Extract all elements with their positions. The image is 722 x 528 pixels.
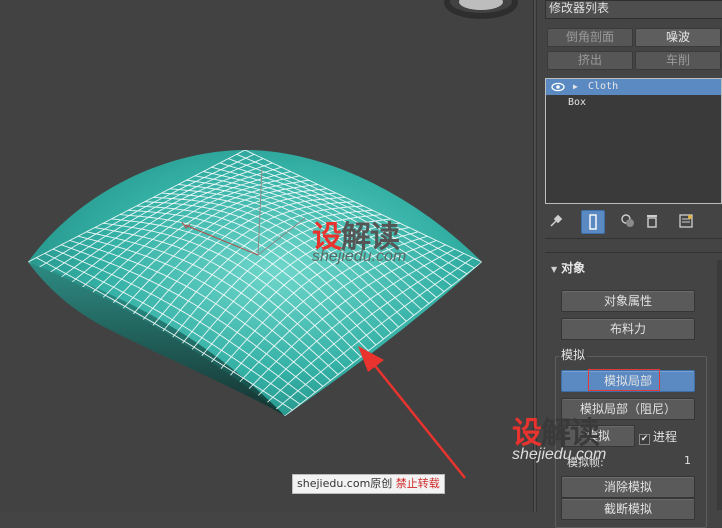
viewport-perspective[interactable]: 设解读 shejiedu.com shejiedu.com原创 禁止转载 [0,0,533,512]
source-label: shejiedu.com原创 禁止转载 [292,474,445,494]
remove-modifier-icon[interactable] [641,210,663,232]
source-original: 原创 [370,477,393,490]
annotation-arrow [358,346,466,479]
stack-item-cloth[interactable]: ▶ Cloth [546,79,721,95]
simulate-button[interactable]: 模拟 [561,425,635,447]
collapse-triangle-icon[interactable]: ▼ [551,265,557,274]
stack-item-label: Box [568,97,587,108]
annotation-highlight-box [588,369,660,391]
pin-stack-icon[interactable] [545,210,567,232]
object-properties-button[interactable]: 对象属性 [561,290,695,312]
show-end-result-icon[interactable] [581,210,605,234]
source-site: shejiedu.com [297,477,371,490]
viewcube[interactable] [444,0,518,19]
expand-arrow-icon[interactable]: ▶ [573,79,578,95]
cloth-forces-button[interactable]: 布料力 [561,318,695,340]
configure-modifier-sets-icon[interactable] [675,210,697,232]
lathe-button[interactable]: 车削 [635,51,721,70]
simulate-local-damped-button[interactable]: 模拟局部（阻尼） [561,398,695,420]
bevel-profile-button[interactable]: 倒角剖面 [547,28,633,47]
stack-item-box[interactable]: Box [546,95,721,111]
source-warning: 禁止转载 [395,477,440,490]
modifier-stack[interactable]: ▶ Cloth Box [545,78,722,204]
sim-frames-row: 模拟帧: 1 [567,454,691,470]
modifier-list-dropdown[interactable]: 修改器列表 [545,0,722,19]
make-unique-icon[interactable] [617,210,639,232]
truncate-simulation-button[interactable]: 截断模拟 [561,498,695,520]
cloth-pillow-render [28,0,518,479]
progress-label: 进程 [653,430,678,444]
eye-icon[interactable] [551,81,565,93]
command-panel: 修改器列表 倒角剖面 噪波 挤出 车削 ▶ Cloth Box ▼ 对象 对象属… [537,0,722,528]
noise-button[interactable]: 噪波 [635,28,721,47]
stack-toolbar [545,210,720,234]
sim-frames-label: 模拟帧: [567,456,604,469]
panel-divider [545,238,722,239]
extrude-button[interactable]: 挤出 [547,51,633,70]
progress-checkbox-row[interactable]: ✔ 进程 [639,428,677,445]
simulation-group-label: 模拟 [559,346,588,363]
sim-frames-value: 1 [684,454,691,467]
panel-scrollbar[interactable] [717,260,722,510]
stack-item-label: Cloth [588,81,619,92]
rollout-object-header[interactable]: ▼ 对象 [545,258,722,278]
progress-checkbox[interactable]: ✔ [639,434,650,445]
rollout-title: 对象 [561,261,586,275]
erase-simulation-button[interactable]: 消除模拟 [561,476,695,498]
panel-divider [545,252,722,253]
cloth-mesh[interactable] [28,150,482,416]
